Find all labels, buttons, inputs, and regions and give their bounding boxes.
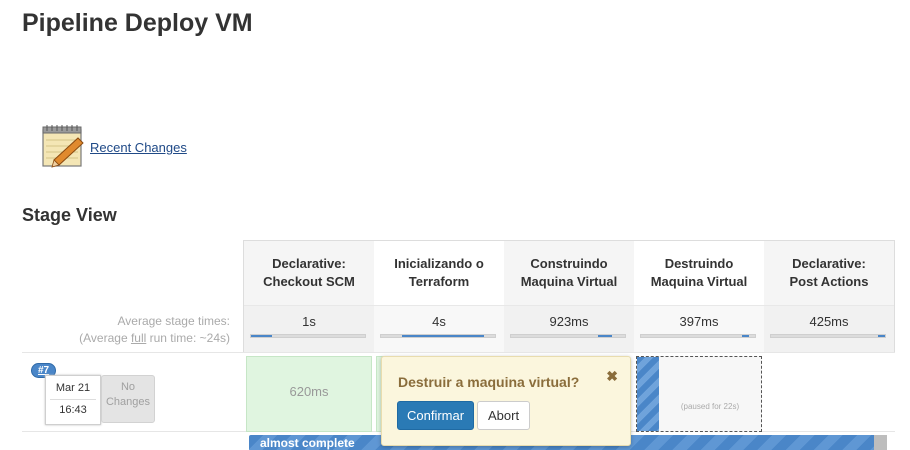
stage-average-bar (380, 334, 496, 338)
progress-remaining (874, 435, 887, 450)
avg-label: Average stage times: (117, 314, 230, 328)
paused-stripe (637, 357, 659, 431)
stage-average-fill (742, 335, 750, 337)
build-date-time: 16:43 (59, 404, 87, 416)
stage-average-time: 923ms (549, 314, 589, 329)
stage-average-fill (251, 335, 272, 337)
progress-label: almost complete (260, 436, 355, 450)
stage-average-fill (597, 335, 613, 337)
paused-text: (paused for 22s) (680, 402, 740, 411)
stage-average-3: 923ms (504, 306, 634, 352)
abort-button[interactable]: Abort (477, 401, 531, 430)
stage-average-2: 4s (374, 306, 504, 352)
build-date-divider (50, 399, 96, 400)
stage-average-fill (878, 335, 885, 337)
stage-average-1: 1s (244, 306, 374, 352)
stage-table: Declarative: Checkout SCM Inicializando oT… (243, 240, 895, 352)
stage-average-time: 4s (432, 314, 446, 329)
stage-cell-destroy-paused[interactable]: (paused for 22s) (636, 356, 762, 432)
stage-view-title: Stage View (22, 205, 117, 225)
stage-average-5: 425ms (764, 306, 894, 352)
stage-average-time: 425ms (809, 314, 849, 329)
stage-average-bar (770, 334, 886, 338)
no-changes-badge: No Changes (101, 375, 155, 423)
stage-cell-checkout[interactable]: 620ms (246, 356, 372, 432)
stage-average-4: 397ms (634, 306, 764, 352)
average-stage-times-label: Average stage times: (Average full run t… (79, 313, 230, 347)
build-date-day: Mar 21 (55, 382, 91, 394)
input-prompt-popup: Destruir a maquina virtual? ✖ Confirmar … (381, 356, 631, 446)
stage-header-5: Declarative: Post Actions (764, 241, 894, 305)
stage-average-bar (250, 334, 366, 338)
notepad-icon (40, 124, 86, 170)
confirm-button[interactable]: Confirmar (397, 401, 475, 430)
stage-average-time: 397ms (679, 314, 719, 329)
stage-average-bar (640, 334, 756, 338)
stage-header-2: Inicializando o Terraform (374, 241, 504, 305)
recent-changes-link[interactable]: Recent Changes (90, 140, 187, 155)
stage-header-row: Declarative: Checkout SCM Inicializando oT… (244, 241, 894, 305)
stage-header-3: Construindo Maquina Virtual (504, 241, 634, 305)
stage-average-fill (401, 335, 484, 337)
prompt-question: Destruir a maquina virtual? (398, 374, 580, 390)
stage-average-row: 1s 4s 923ms 397ms 425ms (244, 305, 894, 353)
stage-average-bar (510, 334, 626, 338)
stage-average-time: 1s (302, 314, 316, 329)
recent-changes: Recent Changes (40, 124, 187, 170)
avg-full-link[interactable]: full (131, 331, 146, 345)
build-date: Mar 21 16:43 (45, 375, 101, 425)
avg-full-runtime: (Average full run time: ~24s) (79, 331, 230, 345)
close-icon[interactable]: ✖ (606, 368, 618, 385)
page-title: Pipeline Deploy VM (22, 9, 253, 37)
stage-header-4: Destruindo Maquina Virtual (634, 241, 764, 305)
stage-header-1: Declarative: Checkout SCM (244, 241, 374, 305)
